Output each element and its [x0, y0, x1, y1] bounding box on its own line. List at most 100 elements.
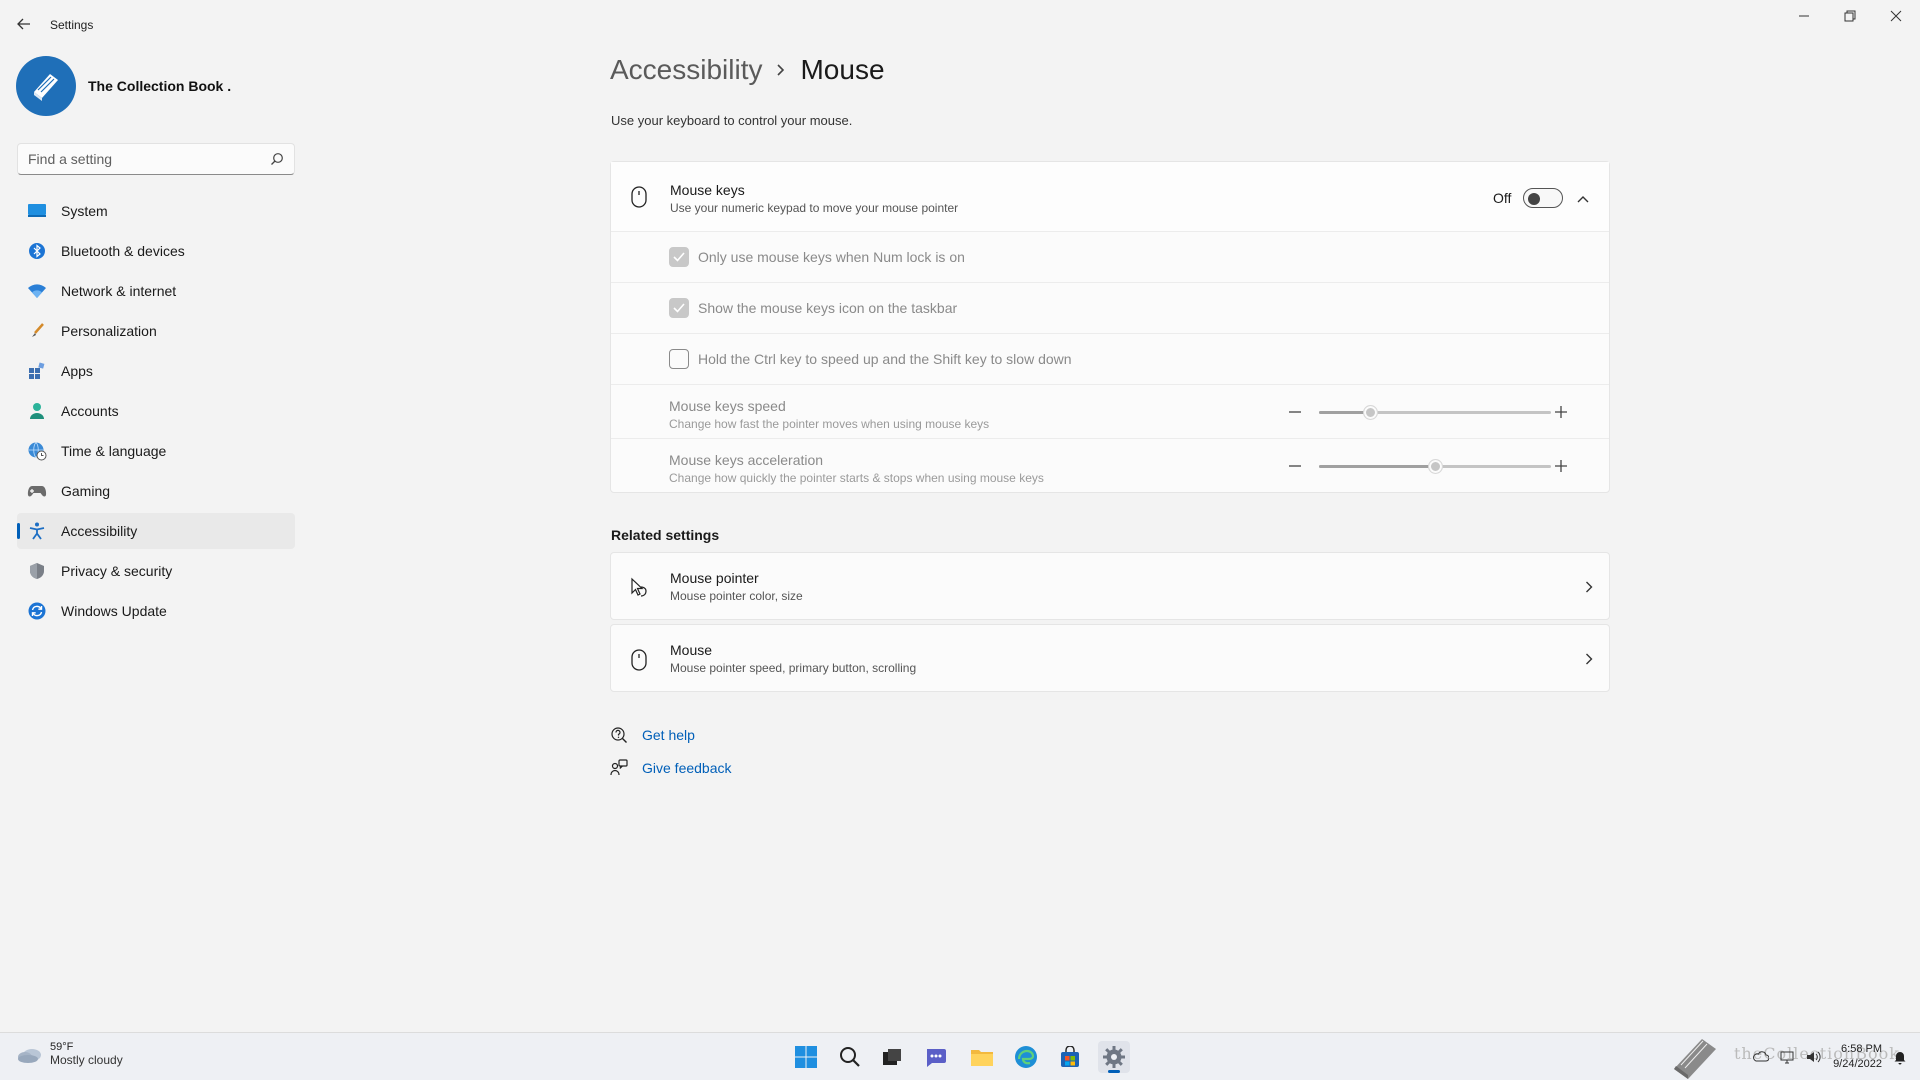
back-arrow-icon[interactable]: [14, 14, 34, 34]
sidebar-item-label: Apps: [61, 363, 93, 379]
taskbar: 59°F Mostly cloudy theCollectionBook 6:5…: [0, 1032, 1920, 1080]
store-icon: [1061, 1046, 1079, 1067]
mouse-keys-toggle[interactable]: [1523, 188, 1564, 208]
mouse-keys-card: Mouse keys Use your numeric keypad to mo…: [610, 161, 1610, 493]
taskbar-icon-checkbox[interactable]: [669, 298, 689, 318]
update-icon: [27, 601, 47, 621]
acceleration-description: Change how quickly the pointer starts & …: [669, 471, 1044, 485]
clock-time: 6:58 PM: [1841, 1043, 1882, 1055]
network-icon[interactable]: [1779, 1049, 1795, 1065]
mouse-keys-description: Use your numeric keypad to move your mou…: [670, 201, 959, 215]
breadcrumb: Accessibility Mouse: [610, 54, 885, 86]
speed-description: Change how fast the pointer moves when u…: [669, 417, 990, 431]
mouse-keys-header[interactable]: Mouse keys Use your numeric keypad to mo…: [611, 162, 1609, 232]
sidebar-item-gaming[interactable]: Gaming: [17, 473, 295, 509]
acceleration-slider-fill: [1319, 465, 1435, 468]
help-icon: [611, 727, 627, 743]
sidebar-item-accounts[interactable]: Accounts: [17, 393, 295, 429]
task-view-button[interactable]: [876, 1041, 908, 1073]
mouse-pointer-text: Mouse pointer Mouse pointer color, size: [670, 570, 803, 603]
settings-taskbar-button[interactable]: [1098, 1041, 1130, 1073]
page-title: Mouse: [800, 54, 885, 85]
taskbar-search-button[interactable]: [834, 1041, 866, 1073]
ctrl-shift-checkbox[interactable]: [669, 349, 689, 369]
speed-slider[interactable]: [1319, 405, 1551, 420]
app-title: Settings: [50, 18, 94, 32]
clock[interactable]: 6:58 PM 9/24/2022: [1833, 1042, 1882, 1072]
acceleration-slider-thumb[interactable]: [1428, 459, 1443, 474]
edge-button[interactable]: [1010, 1041, 1042, 1073]
minus-icon[interactable]: [1287, 458, 1303, 474]
plus-icon[interactable]: [1553, 458, 1569, 474]
sidebar-item-personalization[interactable]: Personalization: [17, 313, 295, 349]
onedrive-icon[interactable]: [1753, 1049, 1770, 1065]
restore-button[interactable]: [1828, 6, 1872, 26]
file-explorer-button[interactable]: [966, 1041, 998, 1073]
speed-slider-thumb[interactable]: [1363, 405, 1379, 420]
sidebar-item-label: Network & internet: [61, 283, 177, 299]
mouse-pointer-title: Mouse pointer: [670, 570, 759, 586]
sidebar-item-system[interactable]: System: [17, 193, 295, 229]
give-feedback-label[interactable]: Give feedback: [642, 760, 732, 776]
volume-icon[interactable]: [1805, 1049, 1821, 1065]
acceleration-slider-control: [1287, 456, 1587, 476]
related-item-mouse[interactable]: Mouse Mouse pointer speed, primary butto…: [610, 624, 1610, 692]
mouse-pointer-description: Mouse pointer color, size: [670, 589, 803, 603]
mouse-text: Mouse Mouse pointer speed, primary butto…: [670, 642, 916, 675]
num-lock-checkbox[interactable]: [669, 247, 689, 267]
sidebar-item-label: Personalization: [61, 323, 157, 339]
minus-icon[interactable]: [1287, 404, 1303, 420]
sidebar-item-windows-update[interactable]: Windows Update: [17, 593, 295, 629]
minimize-button[interactable]: [1782, 6, 1826, 26]
sidebar-item-label: Gaming: [61, 483, 111, 499]
apps-icon: [27, 361, 47, 381]
taskbar-icon-label: Show the mouse keys icon on the taskbar: [698, 300, 958, 316]
title-bar: Settings: [0, 0, 1920, 48]
chevron-up-icon[interactable]: [1577, 190, 1589, 208]
mouse-keys-toggle-group: Off: [1493, 188, 1564, 208]
avatar: [16, 56, 76, 116]
sidebar-item-network[interactable]: Network & internet: [17, 273, 295, 309]
search-box[interactable]: [17, 143, 295, 175]
gear-icon: [1103, 1046, 1125, 1068]
get-help-link[interactable]: Get help: [610, 726, 695, 744]
toggle-state-label: Off: [1493, 190, 1512, 206]
sidebar-item-time-language[interactable]: Time & language: [17, 433, 295, 469]
windows-logo-icon: [795, 1046, 817, 1068]
close-button[interactable]: [1874, 6, 1918, 26]
clock-date: 9/24/2022: [1833, 1058, 1882, 1070]
get-help-label[interactable]: Get help: [642, 727, 695, 743]
sidebar-item-label: Time & language: [61, 443, 167, 459]
sidebar-item-apps[interactable]: Apps: [17, 353, 295, 389]
teams-chat-button[interactable]: [920, 1041, 952, 1073]
chevron-right-icon: [776, 63, 786, 77]
acceleration-slider[interactable]: [1319, 459, 1551, 474]
sidebar-item-label: System: [61, 203, 108, 219]
speed-slider-control: [1287, 402, 1587, 422]
task-view-icon: [883, 1049, 901, 1065]
mouse-icon: [631, 649, 647, 676]
weather-widget[interactable]: 59°F Mostly cloudy: [16, 1041, 123, 1067]
mouse-icon: [631, 186, 647, 213]
sidebar-item-bluetooth[interactable]: Bluetooth & devices: [17, 233, 295, 269]
plus-icon[interactable]: [1553, 404, 1569, 420]
sidebar-item-privacy[interactable]: Privacy & security: [17, 553, 295, 589]
give-feedback-link[interactable]: Give feedback: [610, 759, 732, 777]
sidebar-item-accessibility[interactable]: Accessibility: [17, 513, 295, 549]
start-button[interactable]: [790, 1041, 822, 1073]
globe-clock-icon: [27, 441, 47, 461]
search-icon[interactable]: [270, 152, 284, 166]
breadcrumb-parent[interactable]: Accessibility: [610, 54, 762, 86]
related-item-mouse-pointer[interactable]: Mouse pointer Mouse pointer color, size: [610, 552, 1610, 620]
gamepad-icon: [27, 481, 47, 501]
related-settings-heading: Related settings: [611, 527, 720, 543]
user-profile[interactable]: The Collection Book .: [16, 56, 231, 116]
cloud-icon: [18, 1049, 41, 1063]
store-button[interactable]: [1054, 1041, 1086, 1073]
mouse-keys-acceleration-row: Mouse keys acceleration Change how quick…: [611, 439, 1609, 493]
book-icon: [34, 74, 58, 101]
collection-book-logo: [1674, 1039, 1716, 1079]
notification-bell-icon[interactable]: [1892, 1049, 1908, 1065]
search-input[interactable]: [18, 144, 258, 174]
toggle-knob: [1528, 193, 1541, 205]
